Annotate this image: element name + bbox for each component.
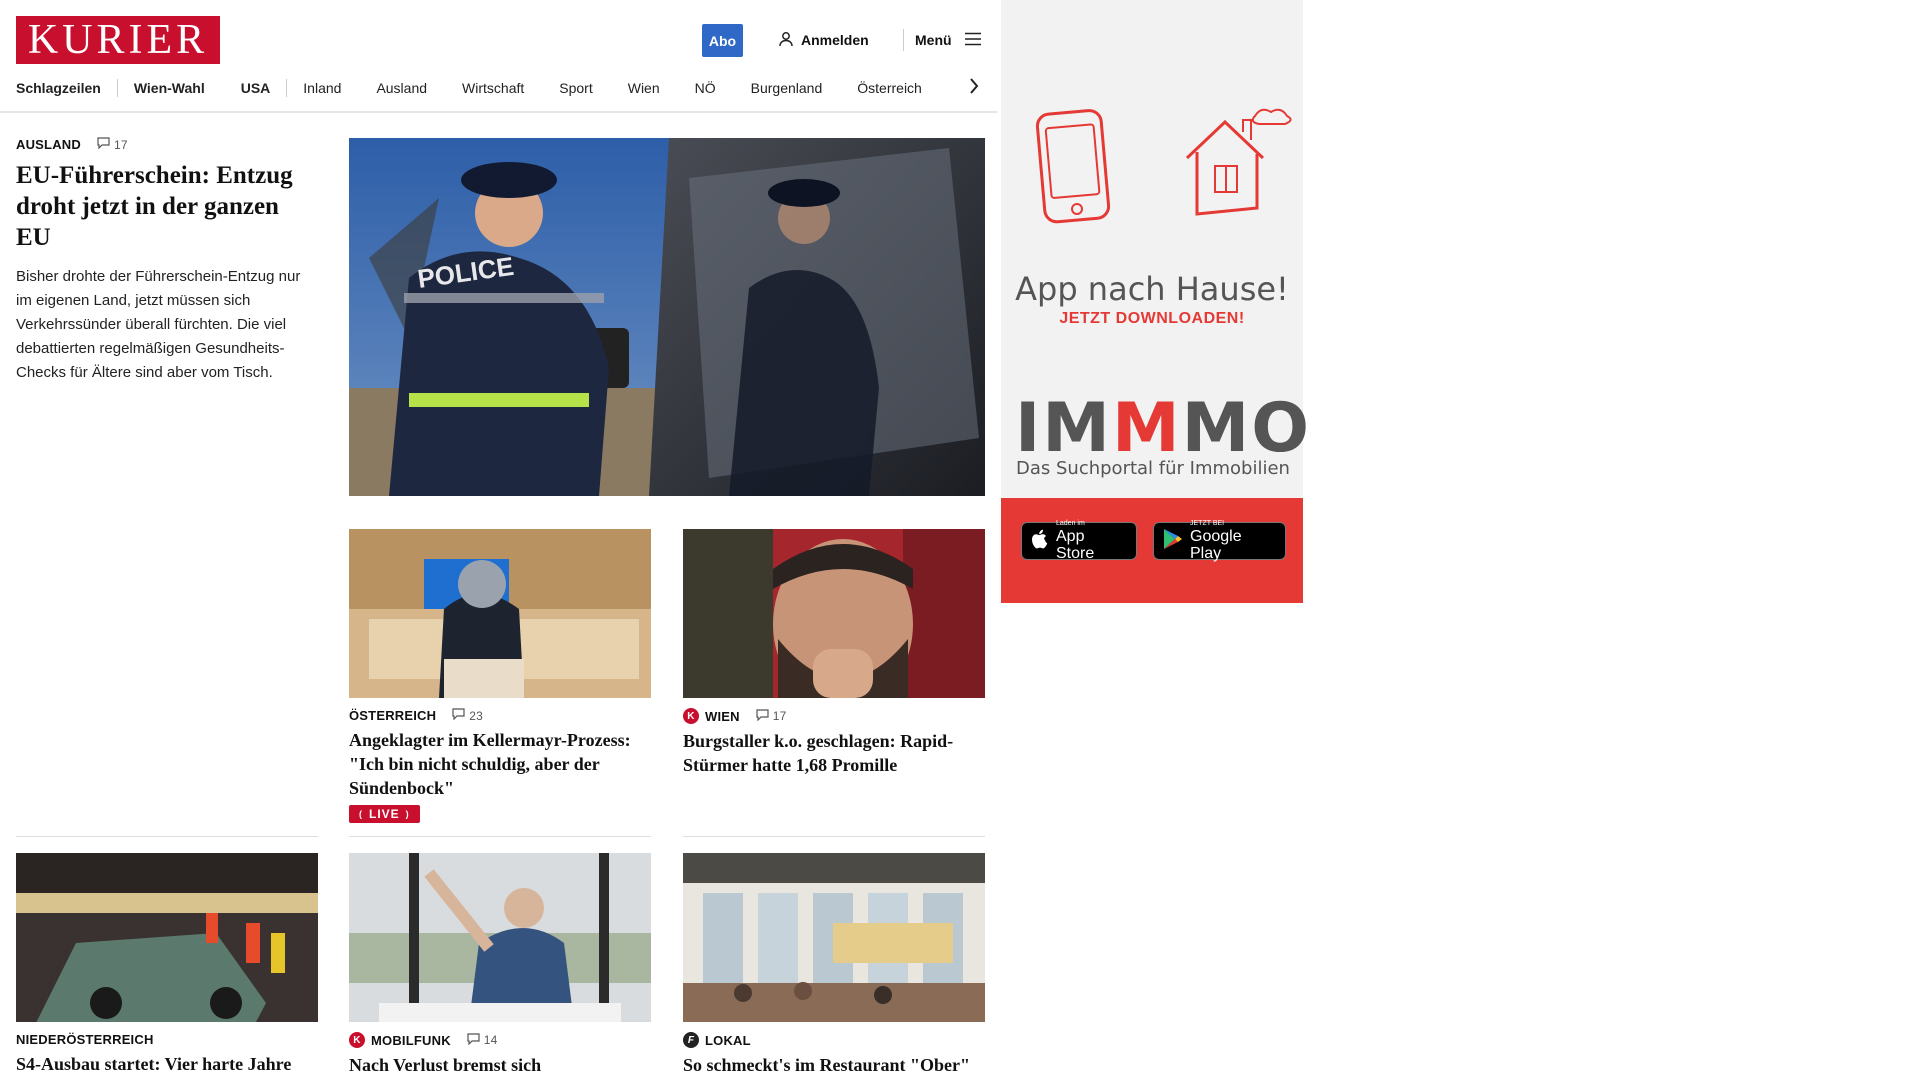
lead-teaser: Bisher drohte der Führerschein-Entzug nu… [16,268,301,381]
article-card[interactable]: f LOKAL So schmeckt's im Restaurant "Obe… [683,853,985,1080]
comment-count[interactable]: 17 [756,708,787,724]
google-play-small-text: JETZT BEI [1190,520,1225,527]
article-kicker: ÖSTERREICH 23 [349,708,651,723]
live-badge: ( LIVE ) [349,805,420,823]
live-pulse-icon: ( [359,809,363,819]
ad-title: App nach Hause! [1015,270,1289,308]
article-headline[interactable]: S4-Ausbau startet: Vier harte Jahre für … [16,1052,318,1080]
login-button[interactable]: Anmelden [778,30,869,50]
app-store-label: App Store [1056,528,1095,562]
nav-item-oesterreich[interactable]: Österreich [857,80,922,96]
nav-item-burgenland[interactable]: Burgenland [751,80,823,96]
abo-button[interactable]: Abo [702,24,743,57]
kurier-plus-icon: K [349,1032,365,1048]
app-store-badge[interactable]: Laden im App Store [1021,520,1137,562]
article-card[interactable]: K WIEN 17 Burgstaller k.o. geschlagen: R… [683,529,985,777]
kicker-label: NIEDERÖSTERREICH [16,1032,154,1047]
comment-icon [97,137,110,152]
comment-count[interactable]: 23 [452,708,483,723]
comment-count[interactable]: 17 [97,137,128,152]
nav-item-schlagzeilen[interactable]: Schlagzeilen [16,80,101,96]
lead-article[interactable]: AUSLAND 17 EU-Führerschein: Entzug droht… [16,137,318,385]
nav-item-noe[interactable]: NÖ [695,80,716,96]
article-kicker: NIEDERÖSTERREICH [16,1032,318,1047]
article-headline[interactable]: Nach Verlust bremst sich Mobilfunkanbiet… [349,1053,651,1080]
article-kicker: K WIEN 17 [683,708,985,724]
row-divider [683,836,985,837]
freizeit-icon: f [683,1032,699,1048]
nav-next-button[interactable] [964,76,984,100]
article-image-restaurant[interactable] [683,853,985,1022]
nav-item-sport[interactable]: Sport [559,80,592,96]
header-divider-line [0,111,997,113]
app-store-small-text: Laden im [1056,520,1085,527]
google-play-icon [1163,528,1183,555]
immmo-logo-accent: M [1111,389,1182,468]
comment-count-value: 17 [113,137,128,152]
article-card[interactable]: K MOBILFUNK 14 Nach Verlust bremst sich … [349,853,651,1080]
article-kicker: f LOKAL [683,1032,985,1048]
login-label: Anmelden [801,32,869,48]
article-image-footballer[interactable] [683,529,985,698]
comment-icon [756,708,769,724]
article-kicker: K MOBILFUNK 14 [349,1032,651,1048]
row-divider [16,836,318,837]
lead-image-police-officer[interactable]: POLICE [349,138,985,496]
nav-item-ausland[interactable]: Ausland [376,80,427,96]
main-column: KURIER Abo Anmelden Menü Schlagzeilen Wi… [0,0,997,1080]
comment-icon [452,708,465,723]
article-card[interactable]: NIEDERÖSTERREICH S4-Ausbau startet: Vier… [16,853,318,1080]
article-card[interactable]: ÖSTERREICH 23 Angeklagter im Kellermayr-… [349,529,651,823]
comment-count-value: 14 [483,1033,498,1047]
header-divider [903,29,904,51]
hamburger-icon [964,32,982,49]
comment-count-value: 23 [469,708,483,723]
kicker-label: WIEN [705,708,740,724]
nav-item-inland[interactable]: Inland [303,80,341,96]
apple-icon [1031,529,1049,554]
kurier-plus-icon: K [683,708,699,724]
chevron-right-icon [969,77,979,99]
comment-icon [467,1032,480,1048]
lead-headline[interactable]: EU-Führerschein: Entzug droht jetzt in d… [16,160,318,253]
immmo-logo-part: MO [1181,389,1312,468]
nav-item-usa[interactable]: USA [241,80,271,96]
ad-download-cta[interactable]: JETZT DOWNLOADEN! [1001,310,1303,328]
live-label: LIVE [369,807,400,821]
house-icon [1177,106,1295,225]
smartphone-icon [1035,106,1115,231]
kicker-label: ÖSTERREICH [349,708,437,723]
article-image-car-crash[interactable] [16,853,318,1022]
article-headline[interactable]: Angeklagter im Kellermayr-Prozess: "Ich … [349,728,651,800]
google-play-badge[interactable]: JETZT BEI Google Play [1153,520,1286,562]
immmo-logo-part: IM [1015,389,1112,468]
user-icon [778,31,794,50]
kurier-logo[interactable]: KURIER [16,16,220,64]
nav-item-wien[interactable]: Wien [628,80,660,96]
menu-button[interactable]: Menü [915,30,982,50]
article-headline[interactable]: Burgstaller k.o. geschlagen: Rapid-Stürm… [683,729,985,777]
google-play-label: Google Play [1190,528,1242,562]
comment-count[interactable]: 14 [467,1032,498,1048]
article-image-interview[interactable] [349,853,651,1022]
article-headline[interactable]: So schmeckt's im Restaurant "Ober" im 7.… [683,1053,985,1080]
immmo-logo: IMMMO [1015,395,1311,463]
nav-item-wien-wahl[interactable]: Wien-Wahl [134,80,205,96]
kicker-label: LOKAL [705,1032,751,1048]
live-pulse-icon: ) [405,809,410,819]
comment-count-value: 17 [772,709,787,723]
row-divider [349,836,651,837]
kicker-label: AUSLAND [16,137,81,152]
immmo-tagline: Das Suchportal für Immobilien [1016,458,1290,479]
menu-label: Menü [915,32,952,48]
section-nav: Schlagzeilen Wien-Wahl USA Inland Auslan… [16,76,980,100]
article-image-courtroom[interactable] [349,529,651,698]
nav-divider [286,79,288,97]
article-kicker: AUSLAND 17 [16,137,318,152]
nav-divider [116,79,118,97]
app-advertisement[interactable]: App nach Hause! JETZT DOWNLOADEN! IMMMO … [1001,0,1309,603]
nav-item-wirtschaft[interactable]: Wirtschaft [462,80,524,96]
kicker-label: MOBILFUNK [371,1032,451,1048]
